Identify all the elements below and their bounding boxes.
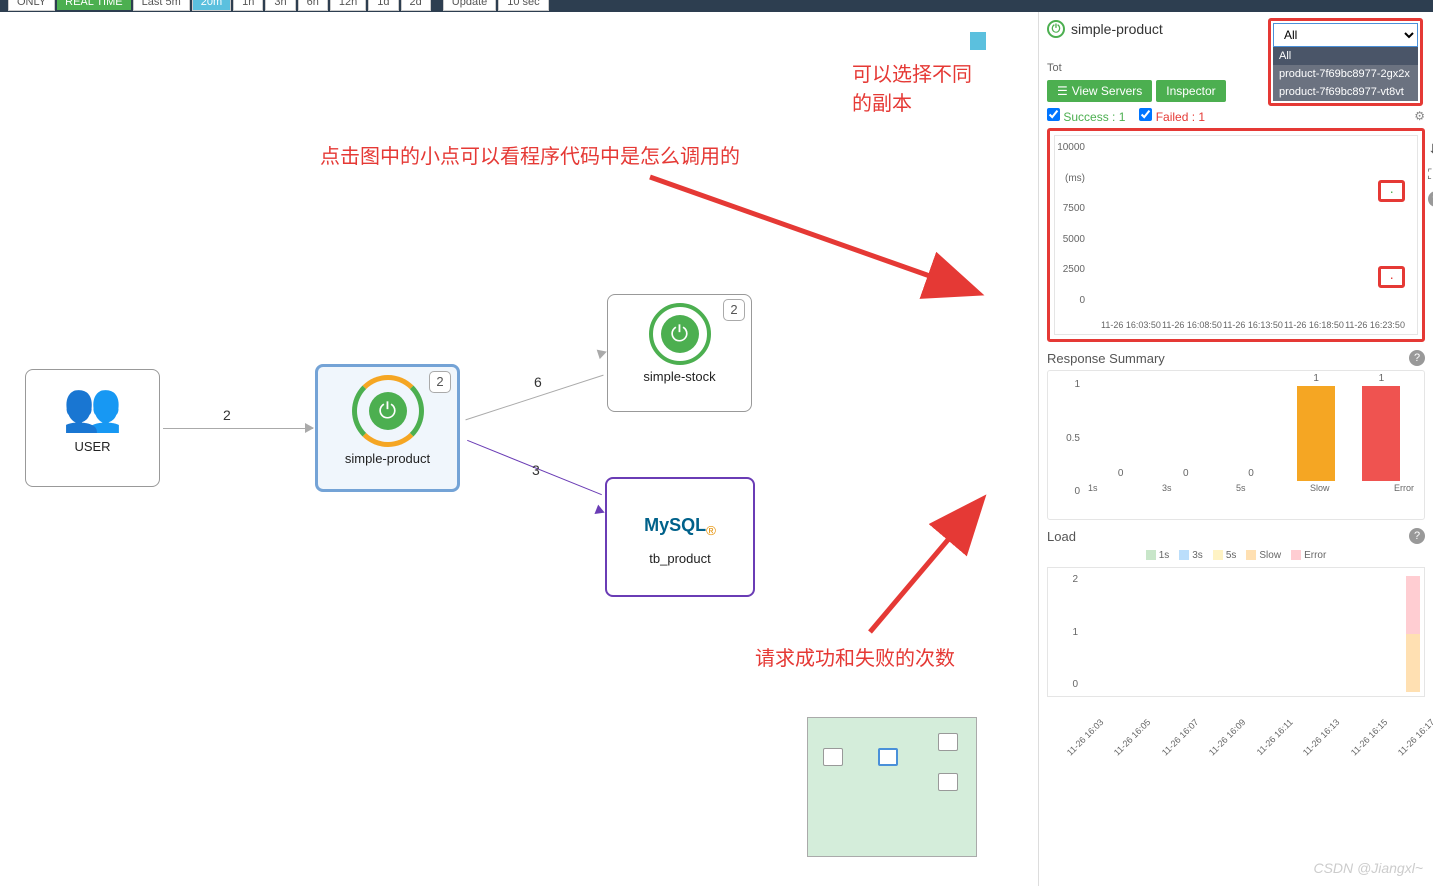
- panel-collapse-handle[interactable]: [970, 32, 986, 50]
- failed-point-highlight: ·: [1378, 266, 1405, 288]
- node-mysql-label: tb_product: [607, 551, 753, 566]
- list-icon: ☰: [1057, 84, 1068, 98]
- node-mysql[interactable]: MySQL® tb_product: [605, 477, 755, 597]
- load-section: Load? 1s 3s 5s Slow Error 2 1 0 11-26 16…: [1047, 528, 1425, 727]
- range-12h[interactable]: 12h: [330, 0, 366, 11]
- users-icon: 👥: [26, 378, 159, 435]
- stats-row: Success : 1 Failed : 1 ⚙: [1047, 108, 1425, 124]
- inspector-button[interactable]: Inspector: [1156, 80, 1225, 102]
- failed-checkbox[interactable]: Failed : 1: [1139, 108, 1205, 124]
- range-2d[interactable]: 2d: [401, 0, 431, 11]
- minimap[interactable]: [807, 717, 977, 857]
- only-badge: ONLY: [8, 0, 55, 11]
- servermap-canvas[interactable]: 👥 USER 2 ⏻ simple-product 2 ⏻ simple-sto…: [0, 12, 990, 886]
- replica-option[interactable]: product-7f69bc8977-vt8vt: [1273, 83, 1418, 101]
- update-button[interactable]: Update: [443, 0, 496, 11]
- node-stock-badge: 2: [723, 299, 745, 321]
- gear-icon[interactable]: ⚙: [1414, 109, 1425, 123]
- node-product-label: simple-product: [318, 451, 457, 466]
- edge-count-product-mysql: 3: [532, 462, 540, 478]
- view-servers-button[interactable]: ☰View Servers: [1047, 80, 1152, 102]
- response-summary-chart[interactable]: 1 0.5 0 0 0 0 1 1 1s 3s 5s Slow Error: [1047, 370, 1425, 520]
- replica-select[interactable]: All: [1273, 23, 1418, 47]
- chart-tools: ⬇ ⛶ ?: [1428, 141, 1433, 207]
- realtime-button[interactable]: REAL TIME: [57, 0, 130, 10]
- app-name: simple-product: [1071, 21, 1163, 37]
- edge-count-product-stock: 6: [534, 374, 542, 390]
- arrow-icon: [305, 423, 314, 433]
- load-x-labels: 11-26 16:03 11-26 16:05 11-26 16:07 11-2…: [1047, 717, 1425, 727]
- node-product-badge: 2: [429, 371, 451, 393]
- help-icon[interactable]: ?: [1409, 528, 1425, 544]
- load-legend: 1s 3s 5s Slow Error: [1047, 550, 1425, 561]
- mini-node-mysql: [938, 773, 958, 791]
- replica-option[interactable]: product-7f69bc8977-2gx2x: [1273, 65, 1418, 83]
- response-summary-title: Response Summary: [1047, 351, 1165, 366]
- annotation-replica: 可以选择不同的副本: [852, 58, 990, 116]
- help-icon[interactable]: ?: [1428, 191, 1433, 207]
- download-icon[interactable]: ⬇: [1428, 141, 1433, 158]
- success-point-highlight: ·: [1378, 180, 1405, 202]
- node-user[interactable]: 👥 USER: [25, 369, 160, 487]
- interval-select[interactable]: 10 sec: [498, 0, 548, 11]
- range-1h[interactable]: 1h: [233, 0, 263, 11]
- node-simple-product[interactable]: 2 ⏻ simple-product: [315, 364, 460, 492]
- annotation-reqcount: 请求成功和失败的次数: [755, 642, 955, 671]
- range-6h[interactable]: 6h: [298, 0, 328, 11]
- expand-icon[interactable]: ⛶: [1428, 166, 1433, 183]
- range-3h[interactable]: 3h: [265, 0, 295, 11]
- success-checkbox[interactable]: Success : 1: [1047, 108, 1125, 124]
- help-icon[interactable]: ?: [1409, 350, 1425, 366]
- spring-icon: ⏻: [352, 375, 424, 447]
- topbar: ONLY REAL TIME Last 5m 20m 1h 3h 6h 12h …: [0, 0, 1433, 12]
- load-chart[interactable]: 2 1 0: [1047, 567, 1425, 697]
- right-panel: ⏻ simple-product All All product-7f69bc8…: [1038, 12, 1433, 886]
- replica-options-list: All product-7f69bc8977-2gx2x product-7f6…: [1273, 47, 1418, 101]
- load-title: Load: [1047, 529, 1076, 544]
- node-stock-label: simple-stock: [608, 369, 751, 384]
- app-icon: ⏻: [1047, 20, 1065, 38]
- range-20m[interactable]: 20m: [192, 0, 231, 11]
- watermark: CSDN @Jiangxl~: [1313, 860, 1423, 876]
- replica-option[interactable]: All: [1273, 47, 1418, 65]
- annotation-clickdot: 点击图中的小点可以看程序代码中是怎么调用的: [320, 140, 740, 169]
- annotation-arrows: [0, 12, 990, 712]
- edge-user-product: [163, 428, 313, 429]
- node-simple-stock[interactable]: 2 ⏻ simple-stock: [607, 294, 752, 412]
- edge-count-user-product: 2: [223, 407, 231, 423]
- response-summary-section: Response Summary? 1 0.5 0 0 0 0 1 1 1s 3…: [1047, 350, 1425, 520]
- mysql-icon: MySQL®: [607, 487, 753, 547]
- scatter-chart[interactable]: 10000 (ms) 7500 5000 2500 0 · · 11-26 16…: [1054, 135, 1418, 335]
- spring-icon: ⏻: [649, 303, 711, 365]
- replica-dropdown-container: All All product-7f69bc8977-2gx2x product…: [1268, 18, 1423, 106]
- range-5m[interactable]: Last 5m: [133, 0, 190, 11]
- range-1d[interactable]: 1d: [368, 0, 398, 11]
- scatter-chart-container: 10000 (ms) 7500 5000 2500 0 · · 11-26 16…: [1047, 128, 1425, 342]
- mini-node-product: [878, 748, 898, 766]
- mini-node-user: [823, 748, 843, 766]
- mini-node-stock: [938, 733, 958, 751]
- node-user-label: USER: [26, 439, 159, 454]
